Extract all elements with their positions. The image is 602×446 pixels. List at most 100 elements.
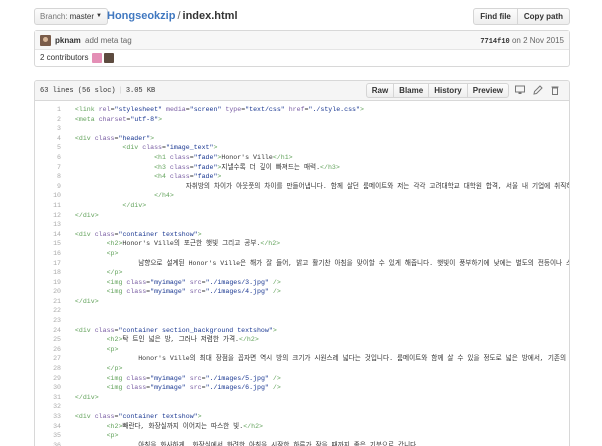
code-token: <p> [106,345,119,353]
code-line: 33 <div class="container textshow"> [35,412,569,422]
contributors-row[interactable]: 2 contributors [35,50,569,66]
line-number[interactable]: 5 [35,143,61,153]
line-number[interactable]: 21 [35,297,61,307]
code-token: class [169,173,190,181]
line-number[interactable]: 34 [35,422,61,432]
line-number[interactable]: 13 [35,220,61,230]
preview-button[interactable]: Preview [466,83,509,98]
avatar[interactable] [40,35,51,46]
line-number[interactable]: 9 [35,182,61,192]
code-content: </div> [67,393,569,403]
code-token: > [150,134,155,142]
code-token: "utf-8" [130,115,159,123]
code-line: 30 <img class="myimage" src="./images/6.… [35,383,569,393]
line-number[interactable]: 1 [35,105,61,115]
contributor-avatar[interactable] [104,53,114,63]
raw-button[interactable]: Raw [365,83,395,98]
line-number[interactable]: 22 [35,306,61,316]
file-info: 63 lines (56 sloc) | 3.05 KB [40,81,155,101]
line-number[interactable]: 16 [35,249,61,259]
code-token: "fade" [193,173,218,181]
code-line: 1 <link rel="stylesheet" media="screen" … [35,105,569,115]
history-button[interactable]: History [428,83,468,98]
line-number[interactable]: 33 [35,412,61,422]
code-line: 6 <h1 class="fade">Honor's Ville</h1> [35,153,569,163]
copy-path-button[interactable]: Copy path [517,8,570,25]
line-number[interactable]: 23 [35,316,61,326]
code-token: "image_text" [165,144,214,152]
breadcrumb: Hongseokzip / index.html [107,9,238,24]
commit-author[interactable]: pknam [55,31,81,50]
line-number[interactable]: 3 [35,124,61,134]
code-token: <img [106,278,123,286]
code-content: </p> [67,364,569,374]
commit-date: on 2 Nov 2015 [511,36,564,45]
line-number[interactable]: 24 [35,326,61,336]
line-number[interactable]: 8 [35,172,61,182]
line-number[interactable]: 17 [35,259,61,269]
line-number[interactable]: 19 [35,278,61,288]
code-token: src [189,374,202,382]
line-number[interactable]: 12 [35,211,61,221]
code-token: </p> [106,269,123,277]
code-line: 12 </div> [35,211,569,221]
line-number[interactable]: 30 [35,383,61,393]
code-content: 남향으로 설계된 Honor's Ville은 해가 잘 들어, 밝고 활기찬 … [67,259,569,269]
line-number[interactable]: 32 [35,402,61,412]
line-number[interactable]: 15 [35,239,61,249]
desktop-icon[interactable] [515,85,525,96]
line-number[interactable]: 27 [35,354,61,364]
line-number[interactable]: 14 [35,230,61,240]
line-number[interactable]: 35 [35,431,61,441]
code-line: 2 <meta charset="utf-8"> [35,115,569,125]
code-token: /> [272,278,281,286]
line-number[interactable]: 36 [35,441,61,446]
code-token: "myimage" [150,288,186,296]
latest-commit: pknam add meta tag 7714f10 on 2 Nov 2015 [35,31,569,50]
branch-selector-button[interactable]: Branch: master ▼ [34,8,108,25]
file-size: 3.05 KB [125,87,156,95]
line-number[interactable]: 7 [35,163,61,173]
code-content [67,220,569,230]
trash-icon[interactable] [550,85,560,96]
code-line: 35 <p> [35,431,569,441]
contributors-count[interactable]: 2 contributors [40,50,88,66]
code-line: 20 <img class="myimage" src="./images/4.… [35,287,569,297]
code-content: <img class="myimage" src="./images/3.jpg… [67,278,569,288]
code-content: <p> [67,345,569,355]
line-number[interactable]: 10 [35,191,61,201]
line-number[interactable]: 31 [35,393,61,403]
code-content: <img class="myimage" src="./images/6.jpg… [67,383,569,393]
file-actions: Raw Blame History Preview [365,83,509,98]
line-number[interactable]: 6 [35,153,61,163]
contributor-avatar[interactable] [92,53,102,63]
code-token: </p> [106,365,123,373]
line-number[interactable]: 20 [35,287,61,297]
commit-message[interactable]: add meta tag [85,31,132,50]
code-content: Honor's Ville의 최대 장점을 꼽자면 역시 방의 크기가 시원스레… [67,354,569,364]
line-number[interactable]: 4 [35,134,61,144]
line-number[interactable]: 25 [35,335,61,345]
code-token: src [189,384,202,392]
code-token: "header" [118,134,151,142]
find-file-button[interactable]: Find file [473,8,518,25]
code-token: > [197,413,202,420]
blame-button[interactable]: Blame [393,83,430,98]
breadcrumb-repo-link[interactable]: Hongseokzip [107,10,175,22]
line-number[interactable]: 2 [35,115,61,125]
line-number[interactable]: 28 [35,364,61,374]
line-number[interactable]: 11 [35,201,61,211]
code-line: 24 <div class="container section_backgro… [35,326,569,336]
line-number[interactable]: 29 [35,374,61,384]
line-number[interactable]: 18 [35,268,61,278]
commit-sha[interactable]: 7714f10 [480,38,509,46]
code-line: 16 <p> [35,249,569,259]
line-number[interactable]: 26 [35,345,61,355]
pencil-icon[interactable] [533,85,543,96]
code-token: > [217,173,222,181]
code-line: 22 [35,306,569,316]
